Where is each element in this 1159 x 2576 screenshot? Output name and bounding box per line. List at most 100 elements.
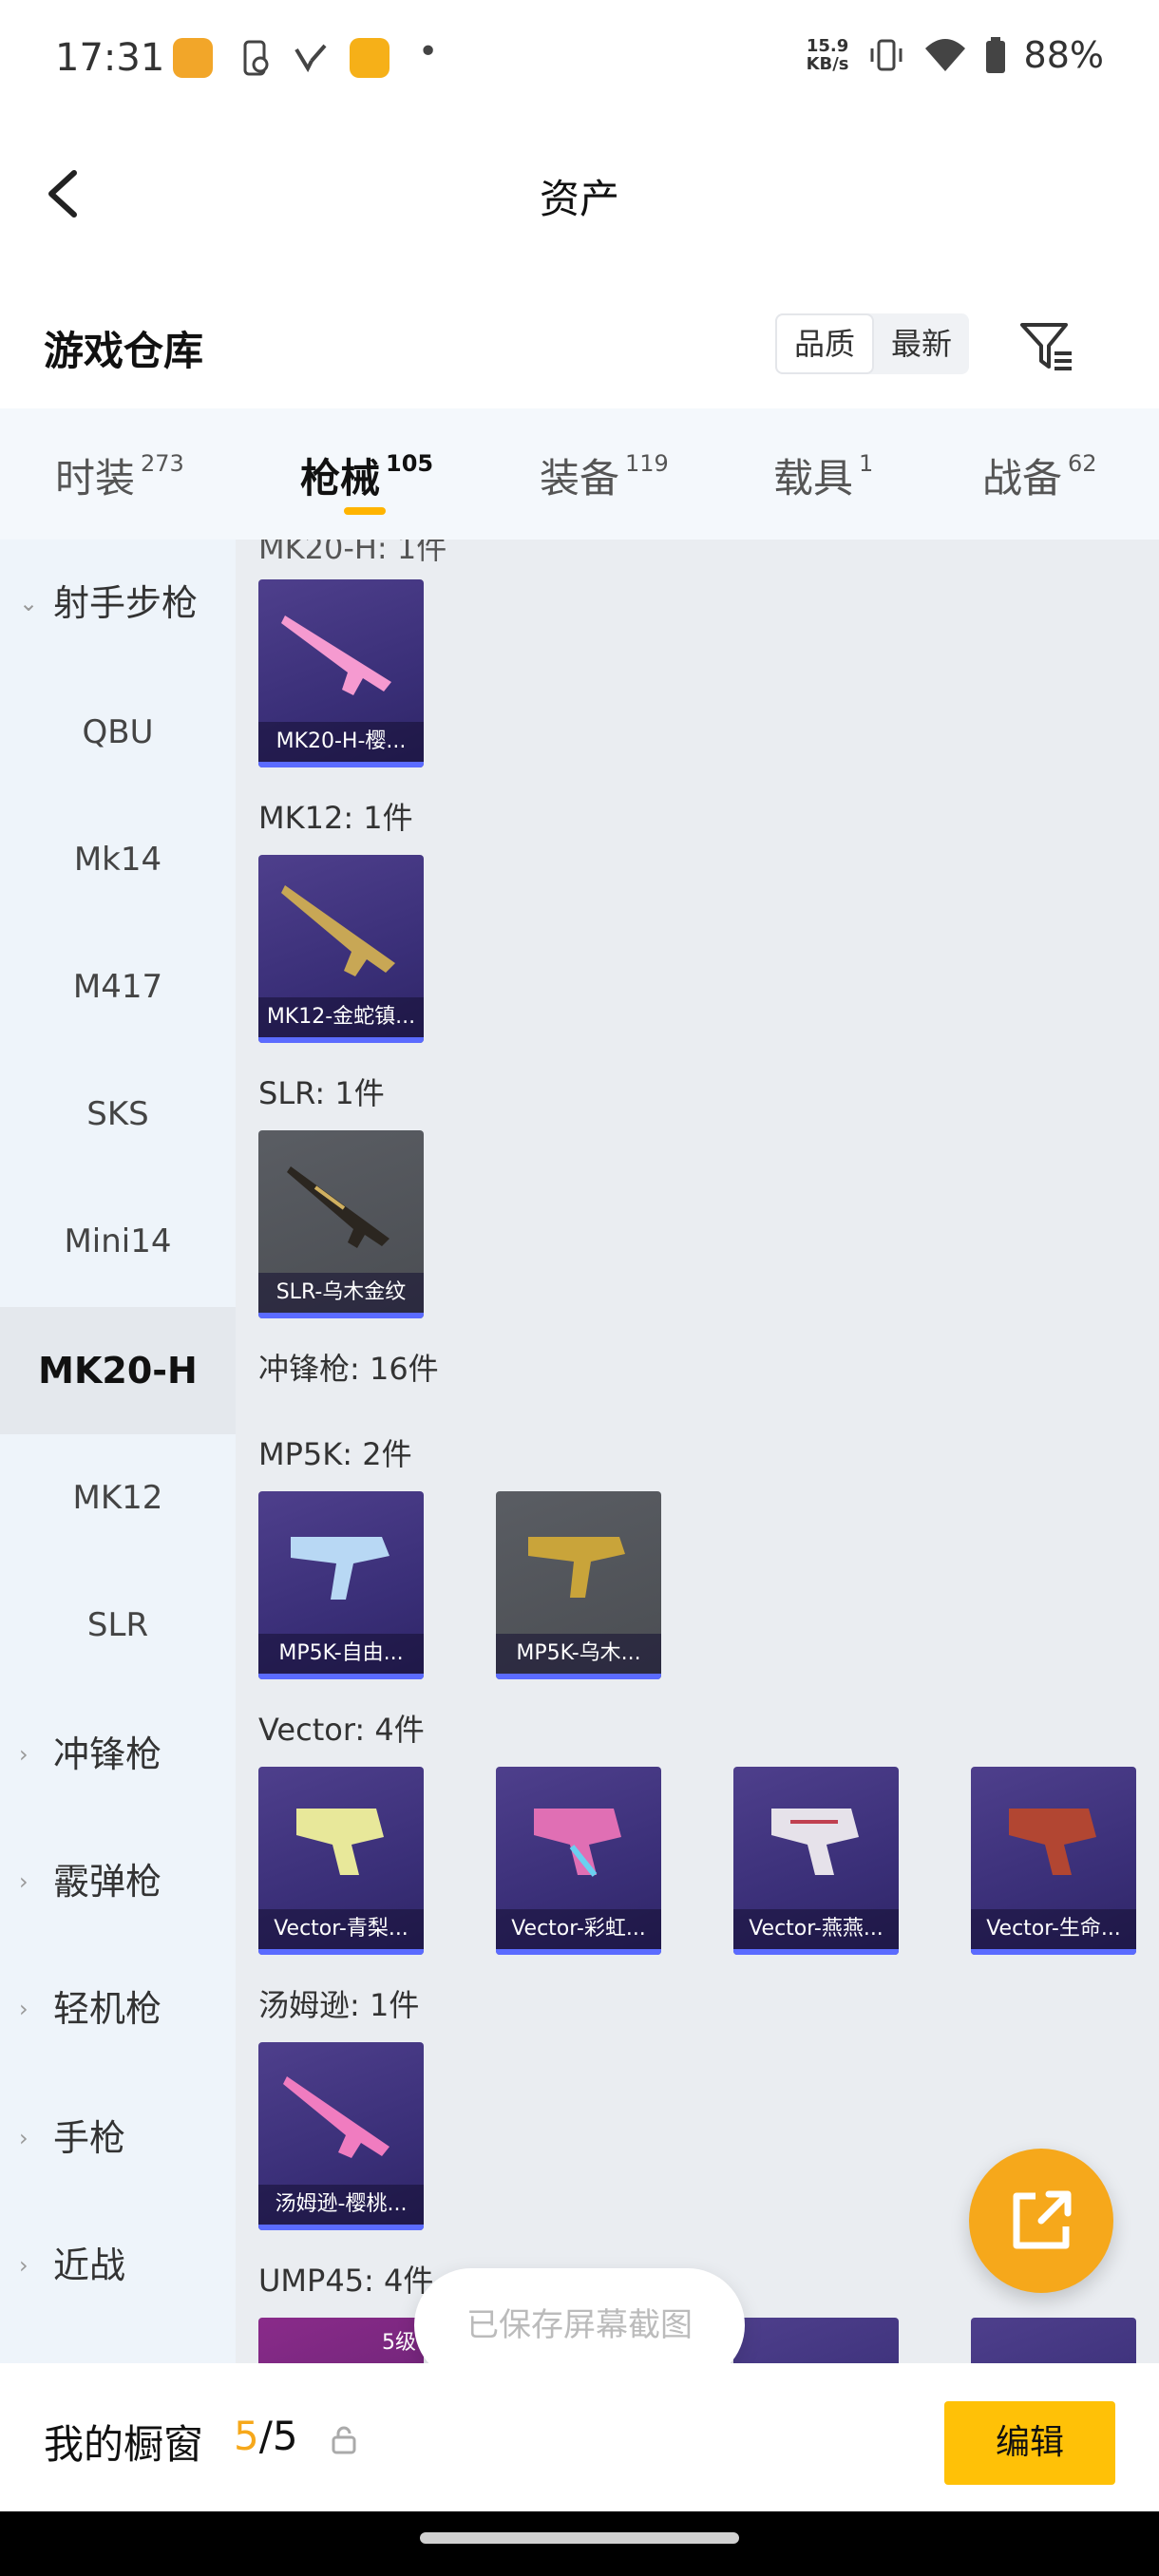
tab-vehicles[interactable]: 载具 1 [773,446,873,504]
sidebar-item-lmg[interactable]: › 轻机枪 [0,1945,236,2073]
weapon-card[interactable] [733,2318,899,2363]
tab-firearms[interactable]: 枪械 105 [300,446,433,504]
tab-firearms-label: 枪械 [300,455,381,502]
smg-skin-image [296,1809,384,1875]
battery-icon [985,37,1005,73]
network-speed-unit: KB/s [806,54,849,74]
rarity-bar [258,2225,424,2230]
sidebar-item-mk20h[interactable]: MK20-H [0,1307,236,1434]
share-external-icon [1013,2190,1072,2249]
showcase-current: 5 [234,2413,259,2459]
level-badge: 5级 [382,2331,416,2355]
weapon-card[interactable]: MK12-金蛇镇... [258,855,424,1043]
sidebar-item-mk12[interactable]: MK12 [0,1434,236,1562]
tab-equipment-count: 119 [625,450,669,477]
smg-skin-image [528,1537,625,1598]
weapon-card[interactable]: Vector-青梨... [258,1767,424,1955]
sidebar-item-sks[interactable]: SKS [0,1051,236,1178]
rarity-bar [971,1949,1136,1955]
game-app-icon [173,38,213,78]
smg-skin-image [283,2076,390,2158]
sidebar-item-label: 冲锋枪 [53,1733,162,1775]
sort-newest-option[interactable]: 最新 [874,313,969,374]
rarity-bar [496,1949,661,1955]
rarity-bar [258,1674,424,1679]
tab-tactical-count: 62 [1068,450,1097,477]
rarity-bar [258,1313,424,1318]
warehouse-title: 游戏仓库 [44,328,204,374]
rifle-skin-image [287,1166,390,1248]
weapon-type-sidebar: ⌄ 射手步枪 QBU Mk14 M417 SKS Mini14 MK20-H M… [0,540,236,2363]
phone-sync-icon [243,40,269,76]
weapon-card-name: MK20-H-樱... [258,722,424,762]
sidebar-item-label: 射手步枪 [53,582,199,624]
weapon-card[interactable] [971,2318,1136,2363]
sidebar-item-smg[interactable]: › 冲锋枪 [0,1691,236,1818]
weapon-card[interactable]: SLR-乌木金纹 [258,1130,424,1318]
sort-quality-option[interactable]: 品质 [775,313,875,374]
weapon-card-name: Vector-彩虹... [496,1909,661,1949]
weapon-card[interactable]: Vector-燕燕... [733,1767,899,1955]
tab-fashion-label: 时装 [55,455,136,502]
battery-percent: 88% [1023,34,1104,76]
smg-skin-image [1009,1809,1096,1875]
rifle-skin-image [281,885,395,976]
category-tabs: 时装 273 枪械 105 装备 119 载具 1 战备 62 [0,408,1159,540]
notification-dot: • [418,32,439,71]
showcase-count: 5/5 [234,2413,298,2459]
group-label-vector: Vector: 4件 [258,1712,425,1748]
weapon-card[interactable]: 5级 [258,2318,424,2363]
rarity-bar [258,1949,424,1955]
weapon-card[interactable]: Vector-生命... [971,1767,1136,1955]
system-nav-bar [0,2511,1159,2576]
app-header: 资产 [0,118,1159,270]
smg-skin-image [291,1537,390,1600]
sidebar-item-qbu[interactable]: QBU [0,669,236,796]
sidebar-item-mk14[interactable]: Mk14 [0,796,236,923]
edit-button[interactable]: 编辑 [944,2401,1115,2485]
sidebar-item-label: 手枪 [53,2117,126,2159]
share-button[interactable] [969,2149,1113,2293]
group-label-slr: SLR: 1件 [258,1075,385,1111]
home-gesture-pill[interactable] [420,2532,739,2544]
v-logo-icon [294,44,327,73]
tab-tactical[interactable]: 战备 62 [982,446,1097,504]
sidebar-item-marksman-rifle[interactable]: ⌄ 射手步枪 [0,540,236,667]
sidebar-item-shotgun[interactable]: › 霰弹枪 [0,1818,236,1945]
weapon-card-name: Vector-青梨... [258,1909,424,1949]
music-app-icon [350,38,390,78]
sidebar-item-pistol[interactable]: › 手枪 [0,2074,236,2202]
group-label-smg: 冲锋枪: 16件 [258,1351,439,1387]
active-tab-indicator [344,507,386,515]
filter-icon[interactable] [1016,317,1075,376]
warehouse-header: 游戏仓库 品质 最新 [0,270,1159,408]
sidebar-item-mini14[interactable]: Mini14 [0,1178,236,1305]
sidebar-item-slr[interactable]: SLR [0,1562,236,1689]
tab-equipment[interactable]: 装备 119 [540,446,669,504]
weapon-card[interactable]: 汤姆逊-樱桃... [258,2042,424,2230]
tab-vehicles-label: 载具 [773,455,854,502]
tab-fashion[interactable]: 时装 273 [55,446,184,504]
rarity-bar [258,1037,424,1043]
showcase-total: /5 [258,2413,298,2459]
weapon-card[interactable]: MP5K-自由... [258,1491,424,1679]
weapon-grid: MK20-H: 1件 MK20-H-樱... MK12: 1件 MK12-金蛇镇… [236,540,1159,2363]
group-label-tommy: 汤姆逊: 1件 [258,1987,420,2023]
weapon-card[interactable]: MP5K-乌木... [496,1491,661,1679]
chevron-right-icon: › [19,2252,28,2279]
wifi-icon [924,39,965,71]
chevron-right-icon: › [19,1996,28,2022]
weapon-card[interactable]: Vector-彩虹... [496,1767,661,1955]
sidebar-item-label: 轻机枪 [53,1988,162,2030]
rarity-bar [258,762,424,767]
chevron-right-icon: › [19,2125,28,2151]
sidebar-item-m417[interactable]: M417 [0,923,236,1051]
tab-equipment-label: 装备 [540,455,620,502]
weapon-card[interactable]: MK20-H-樱... [258,579,424,767]
sidebar-item-melee[interactable]: › 近战 [0,2202,236,2329]
rarity-bar [733,1949,899,1955]
tab-firearms-count: 105 [386,450,434,477]
rifle-skin-image [281,616,391,695]
status-time: 17:31 [55,36,165,80]
rarity-bar [496,1674,661,1679]
